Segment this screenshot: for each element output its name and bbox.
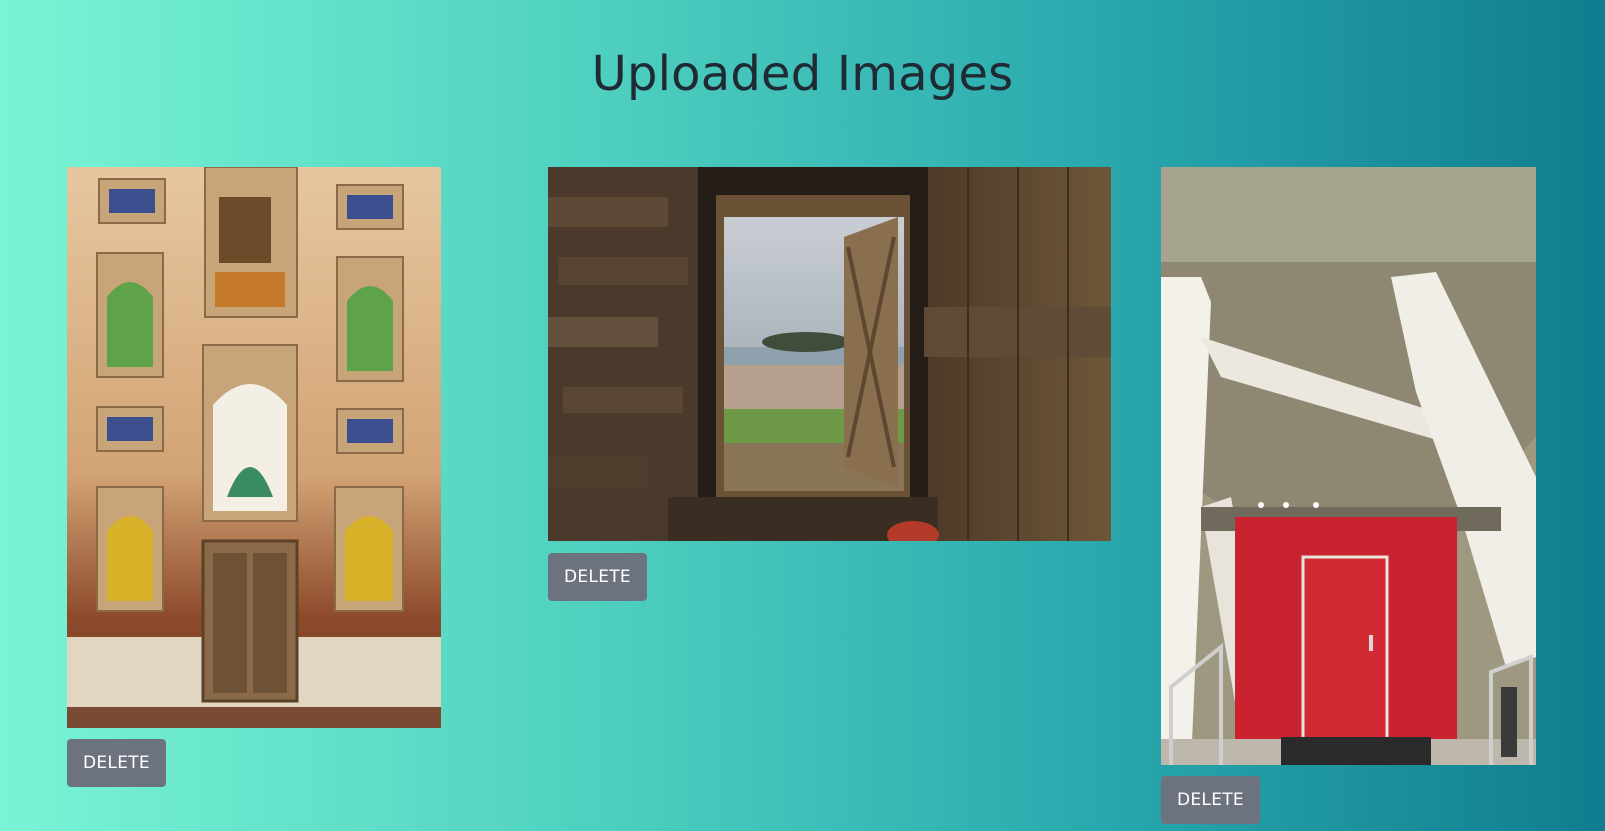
page-title: Uploaded Images xyxy=(591,46,1014,102)
delete-button-2[interactable]: DELETE xyxy=(548,553,647,601)
red-door-image xyxy=(1161,167,1536,765)
image-card-2: DELETE xyxy=(548,167,1111,601)
image-card-3: DELETE xyxy=(1161,167,1536,824)
barn-door-image xyxy=(548,167,1111,541)
image-card-1: DELETE xyxy=(67,167,441,787)
delete-button-1[interactable]: DELETE xyxy=(67,739,166,787)
delete-button-3[interactable]: DELETE xyxy=(1161,776,1260,824)
tiled-facade-image xyxy=(67,167,441,728)
